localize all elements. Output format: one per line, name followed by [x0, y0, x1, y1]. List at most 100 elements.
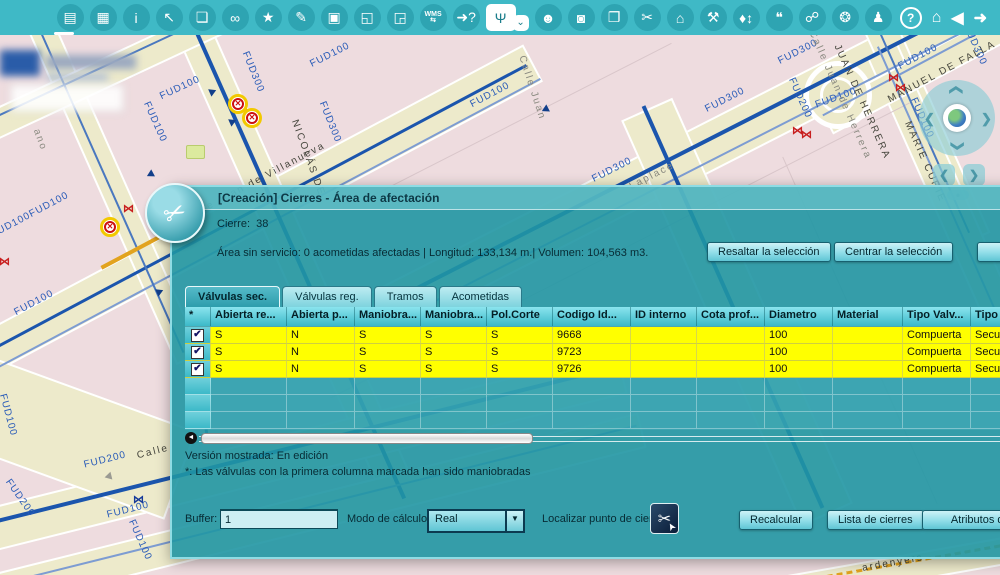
table-icon[interactable]: ▦ — [90, 4, 117, 31]
column-header[interactable]: Abierta p... — [287, 307, 355, 327]
valve-icon[interactable]: ⋈ — [123, 204, 134, 214]
chevron-down-icon[interactable]: ▼ — [505, 511, 523, 531]
row-checkbox[interactable]: ✔ — [191, 363, 204, 376]
pan-left-icon[interactable]: ❮ — [924, 111, 935, 127]
table-cell — [631, 361, 697, 378]
closed-valve-icon[interactable]: ✕ — [242, 108, 262, 128]
table-row[interactable]: ✔SNSSS9726100CompuertaSecu — [185, 361, 1000, 378]
table-cell: S — [211, 361, 287, 378]
table-hscrollbar[interactable]: ◄ — [185, 432, 1000, 444]
table-cell: S — [355, 361, 421, 378]
wms-icon[interactable]: WMS⇆ — [420, 4, 447, 31]
map-icon[interactable]: ▤ — [57, 4, 84, 31]
dropdown-caret-icon[interactable]: ⌄ — [513, 15, 529, 31]
map-select-icon[interactable]: ◲ — [387, 4, 414, 31]
localizar-label: Localizar punto de cierre: — [542, 513, 666, 525]
tab-acometidas[interactable]: Acometidas — [439, 286, 522, 307]
table-cell: S — [421, 344, 487, 361]
table-row[interactable]: ✔SNSSS9723100CompuertaSecu — [185, 344, 1000, 361]
empty-row — [185, 412, 1000, 429]
buffer-input[interactable] — [220, 509, 338, 529]
column-header[interactable]: Abierta re... — [211, 307, 287, 327]
scroll-left-button[interactable]: ◄ — [185, 432, 197, 444]
column-header[interactable]: Maniobra... — [421, 307, 487, 327]
documents-icon[interactable]: ❐ — [601, 4, 628, 31]
pipe-label: FUD300 — [317, 100, 343, 144]
tab-tramos[interactable]: Tramos — [374, 286, 437, 307]
column-header[interactable]: Tipo Valv... — [903, 307, 971, 327]
palette-icon[interactable]: ❂ — [832, 4, 859, 31]
recalcular-button[interactable]: Recalcular — [739, 510, 813, 530]
share-network-icon[interactable]: ☍ — [799, 4, 826, 31]
pan-down-icon[interactable]: ❮ — [948, 141, 964, 152]
home-tool-icon[interactable]: ⌂ — [667, 4, 694, 31]
lista-cierres-button[interactable]: Lista de cierres — [827, 510, 924, 530]
valve-icon[interactable]: ⋈ — [133, 495, 144, 505]
zoom-button[interactable]: Zo — [977, 242, 1000, 262]
table-row[interactable]: ✔SNSSS9668100CompuertaSecu — [185, 327, 1000, 344]
water-drop-icon[interactable]: ♦↕ — [733, 4, 760, 31]
copy-layers-icon[interactable]: ❏ — [189, 4, 216, 31]
back-icon[interactable]: ◀ — [951, 8, 963, 28]
row-checkbox[interactable]: ✔ — [191, 329, 204, 342]
chat-icon[interactable]: ❝ — [766, 4, 793, 31]
column-header[interactable]: Tipo — [971, 307, 1000, 327]
closed-valve-icon[interactable]: ✕ — [100, 217, 120, 237]
tab-v-lvulas-reg-[interactable]: Válvulas reg. — [282, 286, 372, 307]
centrar-button[interactable]: Centrar la selección — [834, 242, 953, 262]
empty-row — [185, 378, 1000, 395]
atributos-button[interactable]: Atributos del C — [922, 510, 1000, 530]
tools-icon[interactable]: ⚒ — [700, 4, 727, 31]
column-header[interactable]: Material — [833, 307, 903, 327]
save-icon[interactable]: ◙ — [568, 4, 595, 31]
row-checkbox[interactable]: ✔ — [191, 346, 204, 359]
localizar-punto-button[interactable]: ✂ ➤ — [650, 503, 679, 534]
map-note-icon[interactable]: ▣ — [321, 4, 348, 31]
pipe-label: FUD100FUD100 — [0, 190, 71, 240]
valve-icon[interactable]: ⋈ — [801, 130, 812, 140]
pan-next-button[interactable]: ❯ — [963, 164, 985, 186]
map-pan-control[interactable]: ❮ ❮ ❮ ❯ ❮ ❯ • — [919, 80, 997, 200]
column-header[interactable]: Maniobra... — [355, 307, 421, 327]
globe-icon[interactable] — [943, 104, 971, 132]
table-cell — [631, 327, 697, 344]
table-cell: S — [421, 327, 487, 344]
nav-help-icon[interactable]: ➜? — [453, 4, 480, 31]
column-header[interactable]: Cota prof... — [697, 307, 765, 327]
closures-scissors-icon[interactable]: ✂ — [634, 4, 661, 31]
table-cell: N — [287, 361, 355, 378]
exit-icon[interactable]: ➜ — [974, 8, 987, 28]
info-icon[interactable]: i — [123, 4, 150, 31]
worker-icon[interactable]: ☻ — [535, 4, 562, 31]
dialog-title[interactable]: [Creación] Cierres - Área de afectación — [172, 187, 1000, 210]
pan-up-icon[interactable]: ❮ — [948, 85, 964, 96]
highlight-box — [186, 145, 205, 159]
resaltar-button[interactable]: Resaltar la selección — [707, 242, 831, 262]
column-header[interactable]: Diametro — [765, 307, 833, 327]
column-header[interactable]: Pol.Corte — [487, 307, 553, 327]
column-header[interactable]: * — [185, 307, 211, 327]
table-cell: S — [487, 327, 553, 344]
star-icon[interactable]: ★ — [255, 4, 282, 31]
help-icon[interactable]: ? — [900, 7, 922, 29]
table-cell: S — [487, 361, 553, 378]
home-icon[interactable]: ⌂ — [932, 9, 942, 27]
column-header[interactable]: ID interno — [631, 307, 697, 327]
map-measure-icon[interactable]: ◱ — [354, 4, 381, 31]
column-header[interactable]: Codigo Id... — [553, 307, 631, 327]
closure-scissors-icon: ✂ — [145, 183, 205, 243]
edit-icon[interactable]: ✎ — [288, 4, 315, 31]
cursor-icon[interactable]: ↖ — [156, 4, 183, 31]
tab-v-lvulas-sec-[interactable]: Válvulas sec. — [185, 286, 280, 307]
antenna-icon[interactable]: Ψ — [486, 4, 516, 31]
pan-prev-button[interactable]: ❮ — [933, 164, 955, 186]
person-pin-icon[interactable]: ♟ — [865, 4, 892, 31]
valve-icon[interactable]: ⋈ — [895, 83, 906, 93]
flow-arrow-icon — [145, 169, 155, 179]
pan-right-icon[interactable]: ❯ — [981, 111, 992, 127]
scrollbar-thumb[interactable] — [201, 433, 533, 444]
binoculars-icon[interactable]: ∞ — [222, 4, 249, 31]
modo-select[interactable]: Real ▼ — [427, 509, 525, 533]
valve-icon[interactable]: ⋈ — [0, 257, 10, 267]
table-cell — [697, 344, 765, 361]
